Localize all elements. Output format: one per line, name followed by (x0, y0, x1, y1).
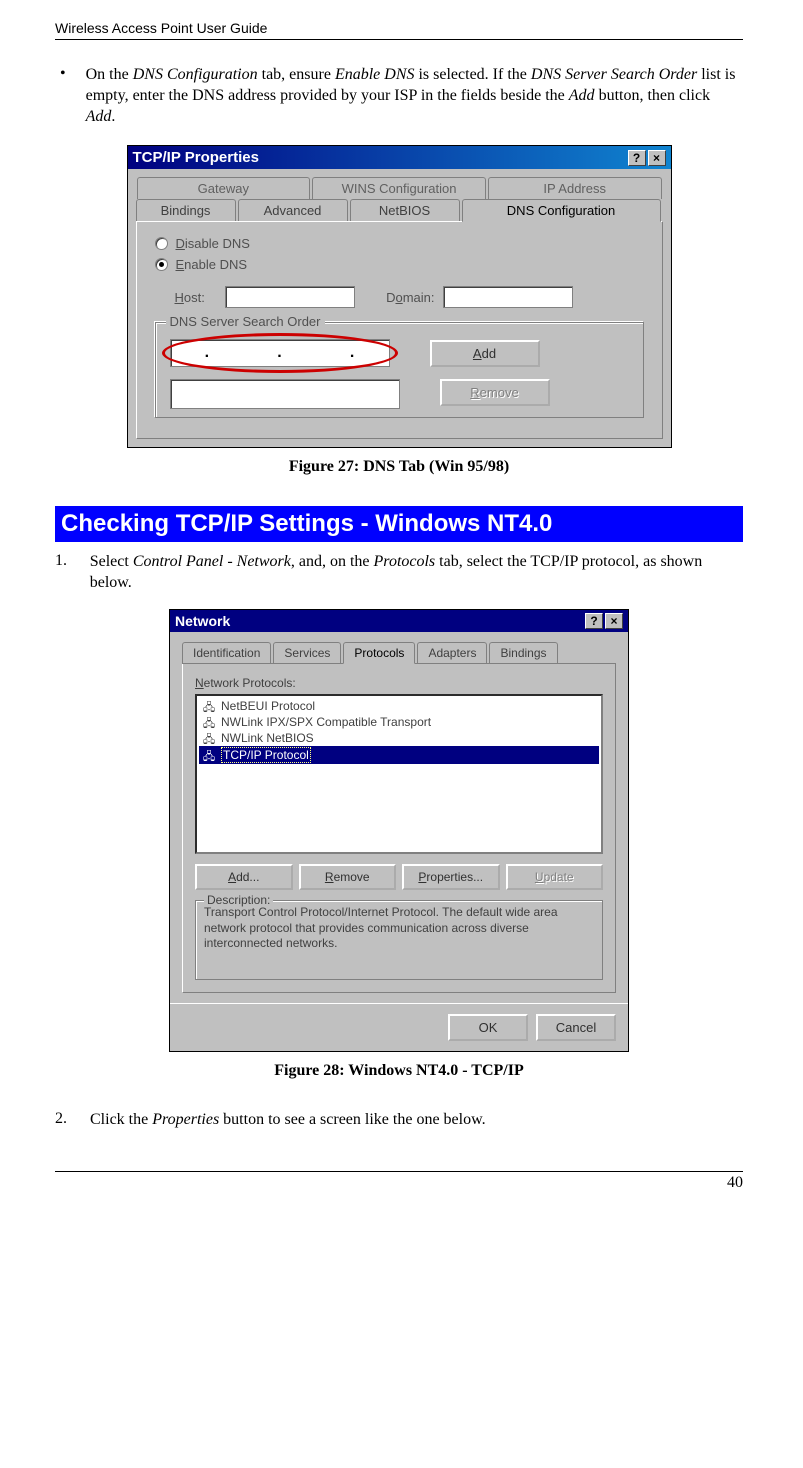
tab-netbios[interactable]: NetBIOS (350, 199, 460, 221)
tab-identification[interactable]: Identification (182, 642, 271, 663)
step-number: 1. (55, 552, 90, 594)
close-button[interactable]: × (648, 150, 666, 166)
domain-label: Domain: (355, 290, 435, 305)
bullet-text: On the DNS Configuration tab, ensure Ena… (86, 65, 743, 127)
section-heading: Checking TCP/IP Settings - Windows NT4.0 (55, 506, 743, 542)
tab-protocols[interactable]: Protocols (343, 642, 415, 664)
tab-adapters[interactable]: Adapters (417, 642, 487, 663)
title-bar: TCP/IP Properties ? × (128, 146, 671, 169)
figure-27-caption: Figure 27: DNS Tab (Win 95/98) (55, 458, 743, 476)
tab-wins[interactable]: WINS Configuration (312, 177, 486, 199)
update-button[interactable]: Update (506, 864, 604, 890)
tabs: Identification Services Protocols Adapte… (182, 642, 616, 664)
radio-disable-dns[interactable]: Disable DNS (155, 236, 644, 251)
dialog-title: TCP/IP Properties (133, 149, 626, 166)
close-button[interactable]: × (605, 613, 623, 629)
help-button[interactable]: ? (628, 150, 646, 166)
tab-dns-configuration[interactable]: DNS Configuration (462, 199, 661, 222)
host-label: Host: (175, 290, 225, 305)
protocol-icon: 🖧 (201, 699, 217, 713)
figure-27: TCP/IP Properties ? × Gateway WINS Confi… (55, 145, 743, 476)
tab-advanced[interactable]: Advanced (238, 199, 348, 221)
tab-row-front: Bindings Advanced NetBIOS DNS Configurat… (136, 199, 663, 221)
dialog-title: Network (175, 613, 583, 629)
page-header: Wireless Access Point User Guide (55, 20, 743, 40)
step-2: 2. Click the Properties button to see a … (55, 1110, 743, 1131)
description-text: Transport Control Protocol/Internet Prot… (204, 905, 594, 952)
help-button[interactable]: ? (585, 613, 603, 629)
tab-services[interactable]: Services (273, 642, 341, 663)
ip-input[interactable]: . . . (170, 339, 390, 367)
step-number: 2. (55, 1110, 90, 1131)
step-1: 1. Select Control Panel - Network, and, … (55, 552, 743, 594)
tcpip-properties-dialog: TCP/IP Properties ? × Gateway WINS Confi… (127, 145, 672, 448)
radio-enable-dns[interactable]: Enable DNS (155, 257, 644, 272)
protocol-icon: 🖧 (201, 715, 217, 729)
radio-icon (155, 258, 168, 271)
add-button[interactable]: Add... (195, 864, 293, 890)
header-title: Wireless Access Point User Guide (55, 20, 267, 36)
cancel-button[interactable]: Cancel (536, 1014, 616, 1041)
figure-28-caption: Figure 28: Windows NT4.0 - TCP/IP (55, 1062, 743, 1080)
list-item-selected[interactable]: 🖧TCP/IP Protocol (199, 746, 599, 764)
network-dialog: Network ? × Identification Services Prot… (169, 609, 629, 1052)
tab-ipaddress[interactable]: IP Address (488, 177, 662, 199)
group-legend: DNS Server Search Order (166, 314, 325, 329)
list-item[interactable]: 🖧NWLink NetBIOS (199, 730, 599, 746)
tab-bindings[interactable]: Bindings (136, 199, 236, 221)
ok-button[interactable]: OK (448, 1014, 528, 1041)
dialog-footer: OK Cancel (170, 1003, 628, 1051)
protocols-panel: Network Protocols: 🖧NetBEUI Protocol 🖧NW… (182, 664, 616, 993)
page-number: 40 (55, 1171, 743, 1192)
host-input[interactable] (225, 286, 355, 308)
remove-button[interactable]: Remove (440, 379, 550, 406)
radio-icon (155, 237, 168, 250)
list-label: Network Protocols: (195, 676, 603, 690)
title-bar: Network ? × (170, 610, 628, 632)
description-label: Description: (204, 893, 273, 907)
list-item[interactable]: 🖧NWLink IPX/SPX Compatible Transport (199, 714, 599, 730)
list-item[interactable]: 🖧NetBEUI Protocol (199, 698, 599, 714)
bullet-item: • On the DNS Configuration tab, ensure E… (60, 65, 743, 127)
properties-button[interactable]: Properties... (402, 864, 500, 890)
protocol-icon: 🖧 (201, 748, 217, 762)
tab-row-back: Gateway WINS Configuration IP Address (136, 177, 663, 199)
dns-list[interactable] (170, 379, 400, 409)
tab-gateway[interactable]: Gateway (137, 177, 311, 199)
host-domain-row: Host: Domain: (175, 286, 644, 308)
description-box: Description: Transport Control Protocol/… (195, 900, 603, 980)
add-button[interactable]: Add (430, 340, 540, 367)
domain-input[interactable] (443, 286, 573, 308)
protocols-listbox[interactable]: 🖧NetBEUI Protocol 🖧NWLink IPX/SPX Compat… (195, 694, 603, 854)
bullet-marker: • (60, 65, 66, 127)
button-row: Add... Remove Properties... Update (195, 864, 603, 890)
tab-bindings[interactable]: Bindings (489, 642, 557, 663)
tab-panel: Disable DNS Enable DNS Host: Domain: DNS… (136, 221, 663, 439)
remove-button[interactable]: Remove (299, 864, 397, 890)
protocol-icon: 🖧 (201, 731, 217, 745)
dns-search-order-group: DNS Server Search Order . . . Add (155, 322, 644, 418)
figure-28: Network ? × Identification Services Prot… (55, 609, 743, 1080)
